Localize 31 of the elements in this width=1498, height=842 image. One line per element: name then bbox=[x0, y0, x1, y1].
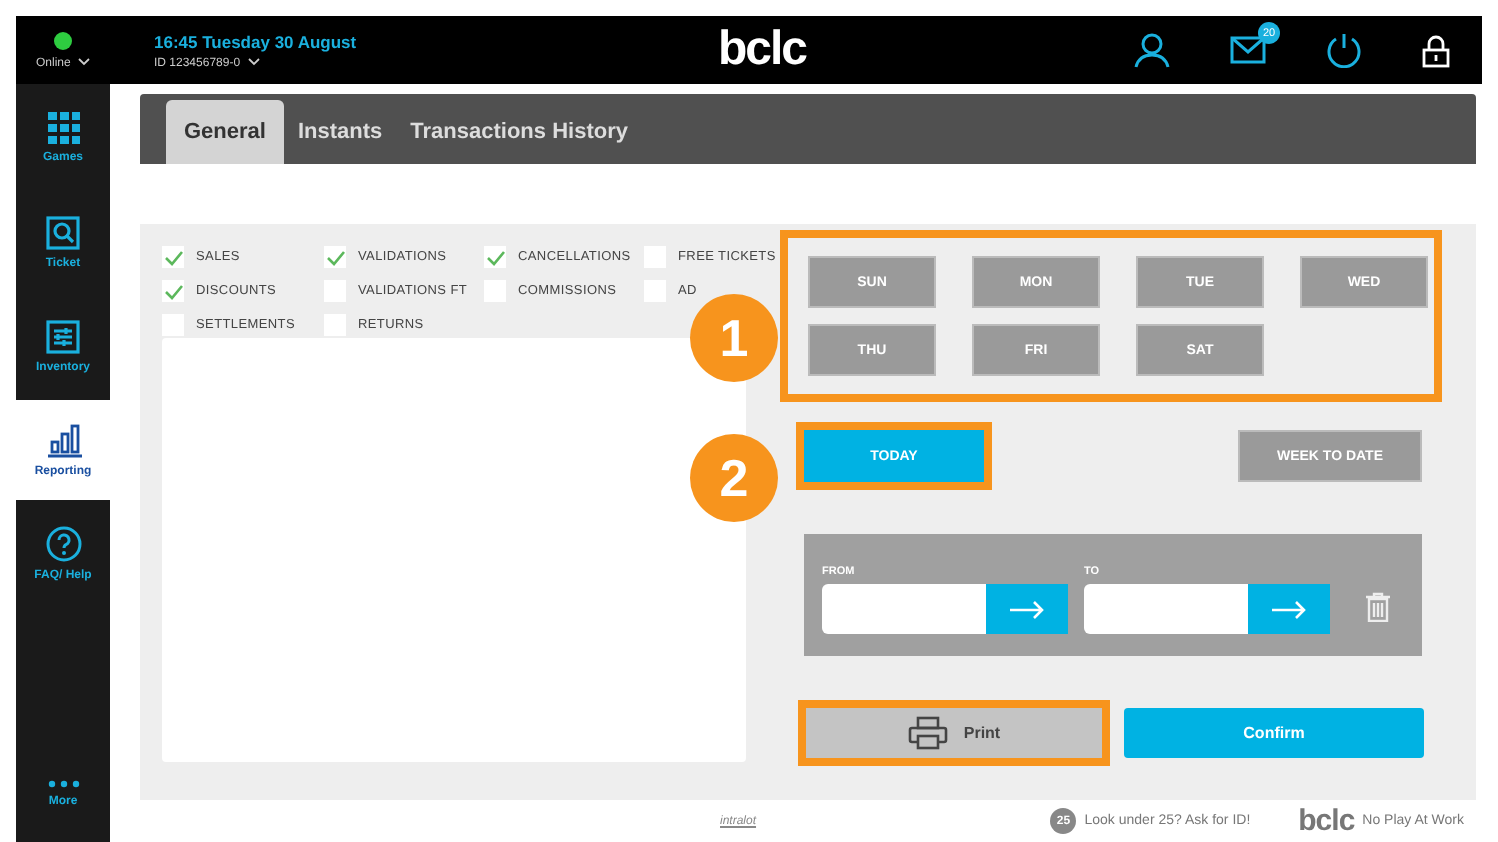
date-field[interactable] bbox=[822, 584, 986, 634]
arrow-button[interactable] bbox=[1248, 584, 1330, 634]
arrow-icon bbox=[1271, 599, 1307, 619]
mail-icon[interactable] bbox=[1230, 36, 1266, 64]
grid-icon bbox=[47, 112, 79, 144]
date-field[interactable] bbox=[1084, 584, 1248, 634]
tab[interactable]: Instants bbox=[283, 100, 397, 164]
printer-icon bbox=[907, 716, 948, 750]
dots-icon bbox=[47, 780, 79, 788]
arrow-icon bbox=[1009, 599, 1045, 619]
arrow-button[interactable] bbox=[986, 584, 1068, 634]
chevron-icon bbox=[247, 57, 260, 66]
logo: bclc bbox=[718, 22, 807, 78]
checkbox[interactable] bbox=[484, 246, 506, 268]
date-time: 16:45 Tuesday 30 August bbox=[154, 31, 359, 51]
lock-icon[interactable] bbox=[1422, 33, 1450, 67]
search-icon bbox=[46, 215, 80, 249]
print-button[interactable]: Print bbox=[806, 708, 1102, 758]
tab[interactable]: Transactions History bbox=[396, 100, 642, 164]
sliders-icon bbox=[46, 319, 80, 353]
user-icon[interactable] bbox=[1134, 32, 1170, 68]
footer-logo: bclc bbox=[1298, 804, 1355, 838]
trash-icon[interactable] bbox=[1366, 592, 1390, 622]
chevron-icon bbox=[78, 57, 90, 66]
checkbox[interactable] bbox=[162, 246, 184, 268]
checkbox[interactable] bbox=[162, 280, 184, 302]
help-icon bbox=[45, 526, 81, 562]
power-icon[interactable] bbox=[1326, 32, 1362, 68]
tab[interactable]: General bbox=[166, 100, 284, 164]
bar-chart-icon bbox=[45, 422, 81, 458]
checkbox[interactable] bbox=[324, 246, 346, 268]
